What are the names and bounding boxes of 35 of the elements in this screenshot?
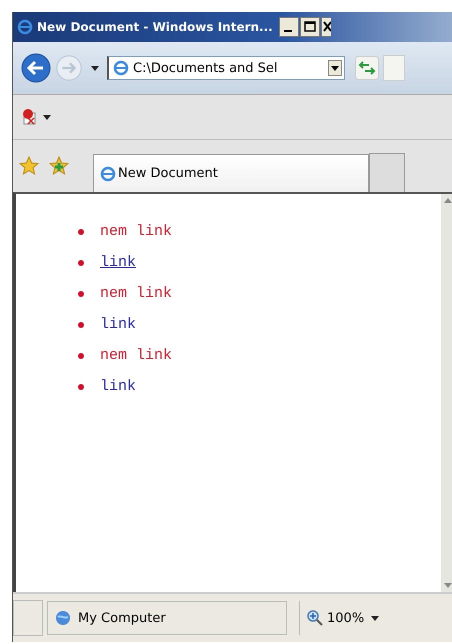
link[interactable]: link [100, 316, 136, 333]
link[interactable]: link [100, 254, 136, 271]
link[interactable]: link [100, 378, 136, 395]
minimize-icon[interactable] [278, 17, 299, 37]
browser-logo-icon [17, 19, 33, 35]
bullet-icon [78, 290, 84, 296]
bullet-icon [78, 384, 84, 390]
zoom-icon [306, 609, 324, 627]
address-field[interactable]: C:\Documents and Sel [107, 56, 345, 80]
dropdown-icon[interactable] [328, 60, 342, 76]
status-pane [13, 600, 43, 636]
link[interactable]: nem link [100, 285, 172, 302]
refresh-icon[interactable] [355, 56, 379, 80]
link[interactable]: nem link [100, 347, 172, 364]
bullet-icon [78, 228, 84, 234]
back-icon[interactable] [21, 53, 51, 83]
computer-globe-icon [54, 609, 72, 627]
add-favorite-icon[interactable] [49, 156, 69, 176]
browser-tab[interactable]: New Document [93, 154, 369, 192]
favorites-star-icon[interactable] [19, 156, 39, 176]
page-icon [100, 166, 116, 182]
security-zone: My Computer [78, 610, 166, 626]
bullet-icon [78, 352, 84, 358]
link[interactable]: nem link [100, 223, 172, 240]
caret-icon[interactable] [43, 114, 51, 120]
bullet-icon [78, 322, 84, 328]
caret-icon[interactable] [91, 66, 99, 70]
window-title: New Document - Windows Intern... [37, 20, 273, 34]
maximize-icon[interactable] [300, 17, 320, 37]
new-tab-button[interactable] [369, 153, 405, 192]
close-icon[interactable] [320, 17, 331, 37]
zoom-button[interactable]: 100% [299, 601, 390, 635]
caret-icon [371, 616, 380, 620]
page-icon [113, 60, 129, 76]
bullet-icon [78, 260, 84, 266]
